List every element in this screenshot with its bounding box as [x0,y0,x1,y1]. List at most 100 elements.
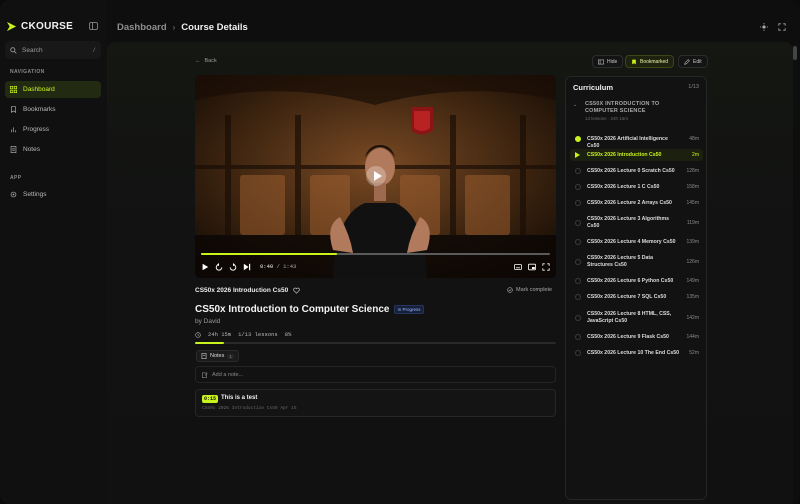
fullscreen-video-icon[interactable] [542,262,550,271]
note-icon [201,353,207,359]
lesson-item[interactable]: CS50x 2026 Lecture 10 The End Cs50 52m [570,347,703,359]
lesson-duration: 142m [686,314,699,321]
lesson-title: CS50x 2026 Lecture 10 The End Cs50 [587,350,679,356]
lesson-duration: 2m [692,152,699,158]
sidebar-item-label: Settings [23,191,47,198]
app-name: CKOURSE [21,21,74,32]
hide-button[interactable]: Hide [592,55,624,68]
status-badge: In Progress [394,305,424,314]
note-timestamp[interactable]: 0:15 [202,395,219,403]
sidebar-item-label: Progress [23,126,50,133]
search-icon [10,46,17,54]
course-progress-fill [195,342,224,344]
video-progress-bar[interactable] [201,253,550,255]
empty-circle-icon [575,239,581,245]
lesson-item[interactable]: CS50x 2026 Lecture 1 C Cs50 158m [570,181,703,193]
fullscreen-icon[interactable] [778,23,786,31]
check-circle-icon [575,136,581,142]
empty-circle-icon [575,168,581,174]
sidebar-toggle-icon[interactable] [89,22,98,30]
play-overlay-button[interactable] [366,166,386,186]
lesson-item[interactable]: CS50x 2026 Lecture 6 Python Cs50 149m [570,275,703,287]
lesson-duration: 158m [686,184,699,190]
lesson-item[interactable]: CS50x 2026 Lecture 7 SQL Cs50 135m [570,291,703,303]
empty-circle-icon [575,258,581,265]
video-controls: 0:40 / 1:43 [201,261,550,272]
back-button[interactable]: ← Back [195,58,217,64]
curriculum-section-title[interactable]: CS50X INTRODUCTION TO COMPUTER SCIENCE [585,101,675,115]
skip-next-icon[interactable] [243,263,251,271]
rewind-icon[interactable] [215,262,223,271]
sidebar-item-settings[interactable]: Settings [5,186,101,203]
curriculum-count: 1/13 [688,84,699,90]
lesson-title: CS50x 2026 Introduction Cs50 [195,287,289,294]
app-section-label: APP [10,175,22,181]
sidebar-item-bookmarks[interactable]: Bookmarks [5,101,101,118]
mark-complete-button[interactable]: Mark complete [507,287,552,293]
lesson-item[interactable]: CS50x 2026 Lecture 3 Algorithms Cs50 119m [570,213,703,232]
lesson-item[interactable]: CS50x 2026 Introduction Cs50 2m [570,149,703,161]
lesson-duration: 145m [686,200,699,206]
arrow-left-icon: ← [195,58,201,64]
edit-label: Edit [693,58,702,65]
hide-label: Hide [607,58,618,65]
lesson-item[interactable]: CS50x 2026 Lecture 2 Arrays Cs50 145m [570,197,703,209]
heart-icon[interactable] [293,287,300,294]
sidebar-item-label: Dashboard [23,86,55,93]
lesson-duration: 144m [686,334,699,340]
empty-circle-icon [575,278,581,284]
chevron-down-icon[interactable]: ⌄ [573,102,577,108]
panel-icon [598,59,604,64]
lesson-item[interactable]: CS50x 2026 Lecture 8 HTML, CSS, JavaScri… [570,308,703,327]
breadcrumb-dashboard[interactable]: Dashboard [117,22,167,33]
note-icon [10,146,17,153]
lesson-duration: 135m [686,294,699,300]
lesson-item[interactable]: CS50x 2026 Lecture 9 Flask Cs50 144m [570,331,703,343]
sidebar-item-dashboard[interactable]: Dashboard [5,81,101,98]
lesson-item[interactable]: CS50x 2026 Lecture 0 Scratch Cs50 128m [570,165,703,177]
theme-toggle-icon[interactable] [760,23,768,31]
gear-icon [10,191,17,198]
forward-icon[interactable] [229,262,237,271]
lesson-duration: 126m [686,258,699,265]
sidebar-item-progress[interactable]: Progress [5,121,101,138]
lesson-title: CS50x 2026 Artificial Intelligence Cs50 [587,136,668,149]
lesson-title-row: CS50x 2026 Introduction Cs50 [195,287,300,294]
lesson-item[interactable]: CS50x 2026 Artificial Intelligence Cs50 4… [570,133,703,149]
add-note-input[interactable]: Add a note... [195,366,556,383]
video-progress-fill [201,253,338,255]
lesson-duration: 48m [689,136,699,142]
top-bar: Dashboard › Course Details [107,0,800,42]
notes-count-badge: 1 [227,353,234,359]
pip-icon[interactable] [528,263,536,271]
empty-circle-icon [575,294,581,300]
tab-notes[interactable]: Notes 1 [196,350,239,362]
lesson-item[interactable]: CS50x 2026 Lecture 4 Memory Cs50 139m [570,236,703,248]
lesson-duration: 139m [686,239,699,245]
video-player[interactable] [195,75,556,278]
lesson-title: CS50x 2026 Lecture 2 Arrays Cs50 [587,200,672,206]
lesson-title: CS50x 2026 Lecture 6 Python Cs50 [587,278,674,284]
bookmark-icon [11,106,16,113]
lesson-title: CS50x 2026 Lecture 3 Algorithms Cs50 [587,216,669,229]
empty-circle-icon [575,184,581,190]
lesson-duration: 149m [686,278,699,284]
sidebar-item-notes[interactable]: Notes [5,141,101,158]
scrollbar[interactable] [793,46,797,60]
curriculum-section-meta: 13 lessons · 24h 15m [585,116,629,121]
lesson-item[interactable]: CS50x 2026 Lecture 5 Data Structures Cs5… [570,252,703,271]
bookmarked-button[interactable]: Bookmarked [625,55,675,68]
lesson-duration: 52m [689,350,699,356]
empty-circle-icon [575,200,581,206]
nav-section-label: NAVIGATION [10,69,45,75]
brand[interactable]: CKOURSE [6,21,73,32]
course-percent: 8% [284,331,292,338]
volume-icon[interactable] [514,263,522,271]
play-icon[interactable] [201,263,209,271]
breadcrumb-separator: › [172,23,176,32]
edit-button[interactable]: Edit [678,55,708,68]
note-meta: CS50x 2026 Introduction Cs50 Apr 15 [202,406,297,411]
search-input[interactable]: Search / [5,41,101,59]
logo-icon [6,21,17,32]
note-item[interactable]: 0:15 This is a test CS50x 2026 Introduct… [195,389,556,417]
